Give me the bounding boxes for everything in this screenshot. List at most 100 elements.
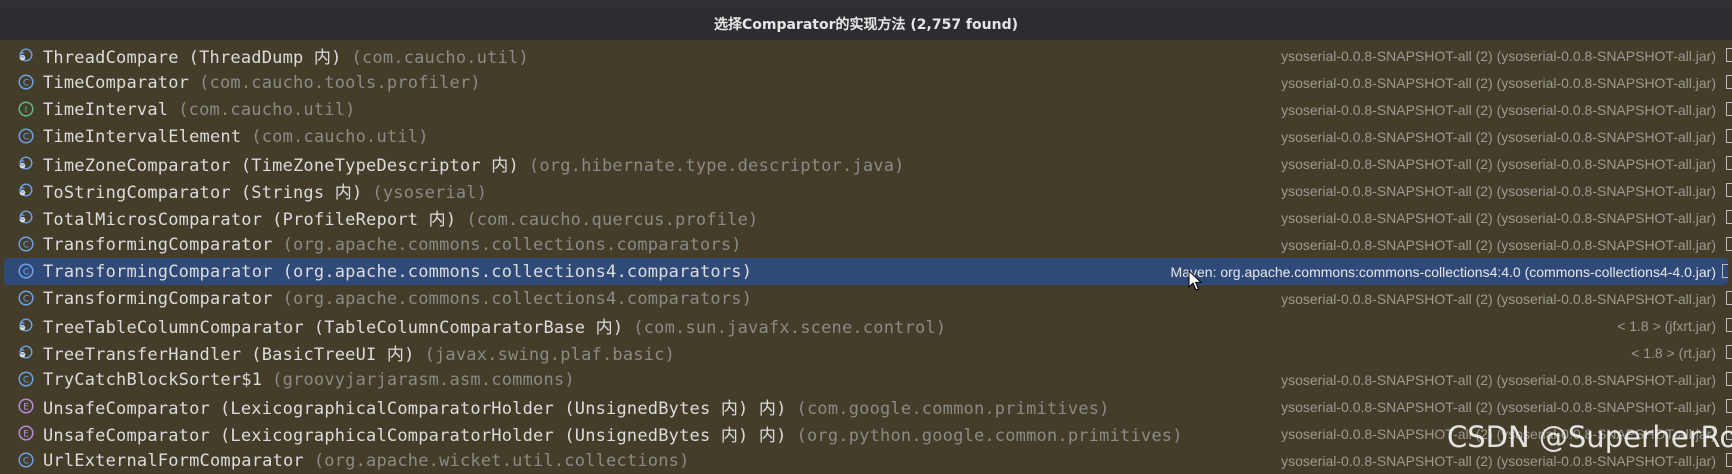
list-item[interactable]: TimeZoneComparator (TimeZoneTypeDescripto… [0, 150, 1732, 177]
class-name-label: TransformingComparator (org.apache.common… [43, 262, 752, 282]
list-item[interactable]: C TransformingComparator (org.apache.commo… [0, 231, 1732, 258]
list-item[interactable]: ToStringComparator (Strings 内) (ysoserial)… [0, 177, 1732, 204]
package-name: (org.apache.commons.collections.comparat… [282, 234, 742, 255]
list-item[interactable]: TreeTransferHandler (BasicTreeUI 内) (javax… [0, 339, 1732, 366]
package-name: (com.caucho.util) [251, 126, 429, 147]
class-name: TimeInterval [43, 99, 169, 120]
class-name-label: ThreadCompare (ThreadDump 内) (com.caucho.u… [43, 43, 529, 68]
inner-class-icon [18, 182, 34, 198]
class-name-label: TransformingComparator (org.apache.common… [43, 235, 742, 255]
class-name-label: ToStringComparator (Strings 内) (ysoserial) [43, 178, 487, 203]
list-item[interactable]: E UnsafeComparator (LexicographicalCompara… [0, 393, 1732, 420]
list-item[interactable]: C TryCatchBlockSorter$1 (groovyjarjarasm.a… [0, 366, 1732, 393]
class-icon: C [18, 263, 34, 279]
library-location: ysoserial-0.0.8-SNAPSHOT-all (2) (ysoser… [1281, 128, 1716, 145]
mouse-pointer-icon [1188, 270, 1203, 291]
package-name: (org.apache.commons.collections4.compara… [282, 261, 753, 282]
class-name-label: UrlExternalFormComparator (org.apache.wic… [43, 451, 690, 471]
svg-text:C: C [23, 295, 29, 305]
class-name: TransformingComparator [43, 288, 273, 309]
jar-icon [1726, 453, 1732, 467]
class-name-label: TreeTransferHandler (BasicTreeUI 内) (javax… [43, 340, 675, 365]
dialog-title: 选择Comparator的实现方法 (2,757 found) [0, 8, 1732, 40]
library-location: ysoserial-0.0.8-SNAPSHOT-all (2) (ysoser… [1281, 371, 1716, 388]
class-icon: C [18, 371, 34, 387]
class-name-label: TimeIntervalElement (com.caucho.util) [43, 127, 429, 147]
class-icon: C [18, 452, 34, 468]
owner-class: (BasicTreeUI 内) [251, 345, 415, 365]
library-location: ysoserial-0.0.8-SNAPSHOT-all (2) (ysoser… [1281, 290, 1716, 307]
svg-text:E: E [23, 430, 29, 440]
jar-icon [1726, 102, 1732, 116]
jar-icon [1722, 264, 1728, 278]
enum-icon: E [18, 425, 34, 441]
jar-icon [1726, 237, 1732, 251]
jar-icon [1726, 318, 1732, 332]
class-icon: C [18, 290, 34, 306]
class-name-label: TryCatchBlockSorter$1 (groovyjarjarasm.as… [43, 370, 575, 390]
class-name: TreeTransferHandler [43, 345, 242, 365]
list-item-selected[interactable]: C TransformingComparator (org.apache.commo… [4, 258, 1728, 285]
owner-class: (TimeZoneTypeDescriptor 内) [240, 156, 519, 176]
jar-icon [1726, 75, 1732, 89]
inner-class-icon [18, 344, 34, 360]
class-name: TimeZoneComparator [43, 156, 231, 176]
library-location: ysoserial-0.0.8-SNAPSHOT-all (2) (ysoser… [1281, 74, 1716, 91]
package-name: (com.google.common.primitives) [796, 399, 1110, 419]
list-item[interactable]: TreeTableColumnComparator (TableColumnCom… [0, 312, 1732, 339]
package-name: (com.sun.javafx.scene.control) [633, 318, 947, 338]
inner-class-icon [18, 317, 34, 333]
class-name: TotalMicrosComparator [43, 210, 263, 230]
package-name: (com.caucho.quercus.profile) [466, 210, 759, 230]
owner-class: (ThreadDump 内) [188, 48, 342, 68]
library-location: ysoserial-0.0.8-SNAPSHOT-all (2) (ysoser… [1281, 47, 1716, 64]
class-name: ThreadCompare [43, 48, 179, 68]
class-name: TimeComparator [43, 72, 190, 93]
owner-class: (Strings 内) [240, 183, 363, 203]
library-location: ysoserial-0.0.8-SNAPSHOT-all (2) (ysoser… [1281, 398, 1716, 415]
class-name: UrlExternalFormComparator [43, 450, 304, 471]
list-item[interactable]: ThreadCompare (ThreadDump 内) (com.caucho.u… [0, 42, 1732, 69]
jar-icon [1726, 372, 1732, 386]
enum-icon: E [18, 398, 34, 414]
package-name: (org.apache.wicket.util.collections) [313, 450, 690, 471]
jar-icon [1726, 399, 1732, 413]
library-location: < 1.8 > (jfxrt.jar) [1617, 317, 1716, 334]
class-name: ToStringComparator [43, 183, 231, 203]
list-item[interactable]: TotalMicrosComparator (ProfileReport 内) (c… [0, 204, 1732, 231]
svg-text:C: C [23, 241, 29, 251]
svg-text:E: E [23, 403, 29, 413]
inner-class-icon [18, 155, 34, 171]
class-name-label: TimeZoneComparator (TimeZoneTypeDescripto… [43, 151, 905, 176]
package-name: (ysoserial) [372, 183, 488, 203]
inner-class-icon [18, 209, 34, 225]
class-name: UnsafeComparator [43, 426, 210, 446]
list-item[interactable]: C TimeIntervalElement (com.caucho.util) yso… [0, 123, 1732, 150]
svg-text:C: C [23, 133, 29, 143]
csdn-watermark: CSDN @SuperherRo [1447, 420, 1732, 454]
package-name: (org.hibernate.type.descriptor.java) [528, 156, 905, 176]
class-name-label: UnsafeComparator (LexicographicalComparat… [43, 394, 1110, 419]
library-location: Maven: org.apache.commons:commons-collec… [1170, 263, 1716, 280]
library-location: < 1.8 > (rt.jar) [1631, 344, 1716, 361]
class-name-label: UnsafeComparator (LexicographicalComparat… [43, 421, 1183, 446]
jar-icon [1726, 345, 1732, 359]
jar-icon [1726, 156, 1732, 170]
class-icon: C [18, 236, 34, 252]
class-name-label: TimeInterval (com.caucho.util) [43, 100, 356, 120]
class-name-label: TransformingComparator (org.apache.common… [43, 289, 752, 309]
list-item[interactable]: I TimeInterval (com.caucho.util) ysoserial-… [0, 96, 1732, 123]
svg-text:C: C [23, 457, 29, 467]
list-item[interactable]: C TransformingComparator (org.apache.commo… [0, 285, 1732, 312]
library-location: ysoserial-0.0.8-SNAPSHOT-all (2) (ysoser… [1281, 182, 1716, 199]
jar-icon [1726, 129, 1732, 143]
list-item[interactable]: C TimeComparator (com.caucho.tools.profile… [0, 69, 1732, 96]
owner-class: (LexicographicalComparatorHolder (Unsign… [219, 399, 787, 419]
interface-icon: I [18, 101, 34, 117]
class-name-label: TimeComparator (com.caucho.tools.profiler… [43, 73, 481, 93]
package-name: (groovyjarjarasm.asm.commons) [272, 369, 575, 390]
owner-class: (ProfileReport 内) [272, 210, 457, 230]
package-name: (com.caucho.util) [351, 48, 529, 68]
library-location: ysoserial-0.0.8-SNAPSHOT-all (2) (ysoser… [1281, 101, 1716, 118]
package-name: (com.caucho.util) [178, 99, 356, 120]
